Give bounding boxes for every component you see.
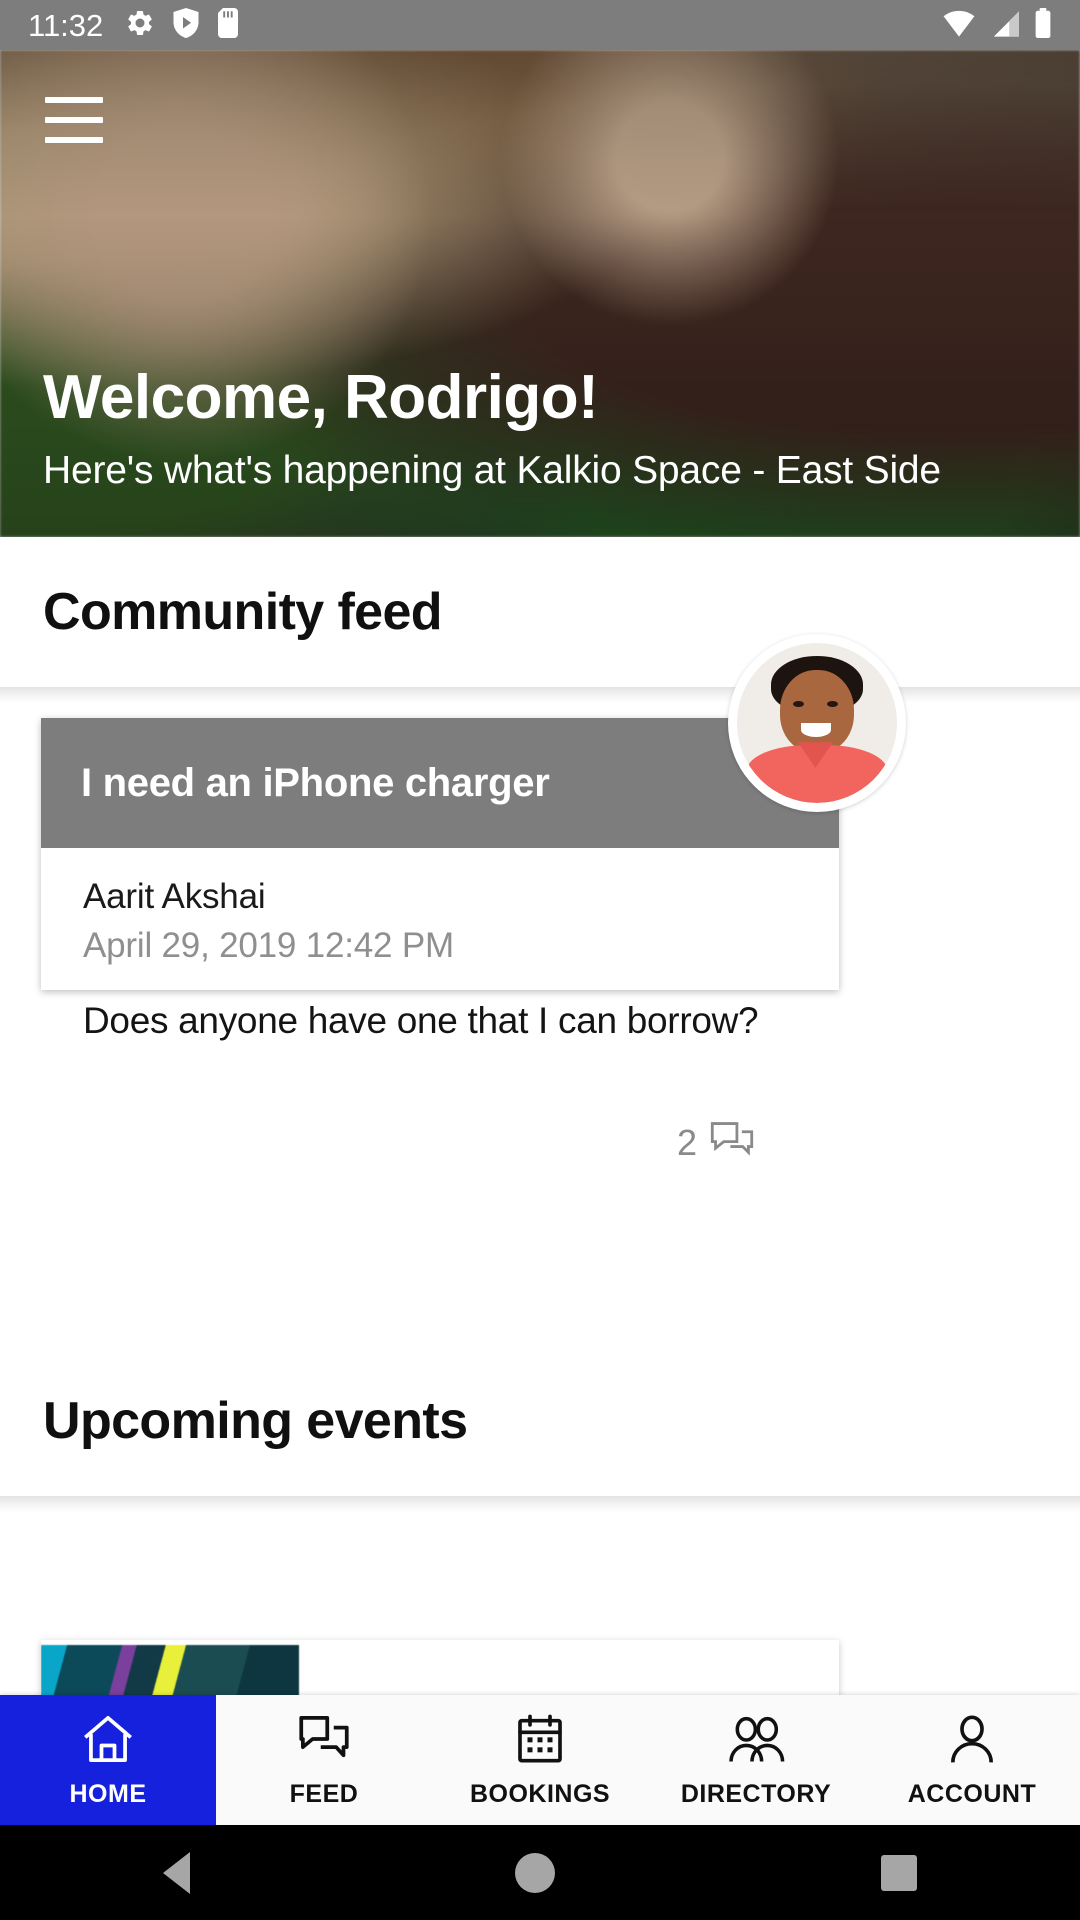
chat-bubbles-icon bbox=[295, 1711, 353, 1767]
shield-play-icon bbox=[173, 7, 199, 43]
post-author: Aarit Akshai bbox=[83, 877, 266, 916]
upcoming-events-section-header: Upcoming events bbox=[0, 1346, 1080, 1496]
sd-card-icon bbox=[217, 7, 239, 43]
bottom-navigation-bar: HOME FEED BOOKINGS DIRECTORY ACCOUNT bbox=[0, 1695, 1080, 1825]
status-bar: 11:32 bbox=[0, 0, 1080, 50]
avatar-photo bbox=[737, 643, 897, 803]
welcome-subtitle: Here's what's happening at Kalkio Space … bbox=[43, 449, 941, 493]
post-timestamp: April 29, 2019 12:42 PM bbox=[83, 925, 454, 965]
hero-banner: Welcome, Rodrigo! Here's what's happenin… bbox=[0, 50, 1080, 537]
community-feed-section-header: Community feed bbox=[0, 537, 1080, 687]
hamburger-bar-3 bbox=[45, 137, 103, 143]
nav-item-directory[interactable]: DIRECTORY bbox=[648, 1695, 864, 1825]
nav-item-bookings[interactable]: BOOKINGS bbox=[432, 1695, 648, 1825]
cell-signal-icon bbox=[989, 10, 1021, 43]
nav-item-feed[interactable]: FEED bbox=[216, 1695, 432, 1825]
comment-bubbles-icon bbox=[709, 1120, 755, 1165]
back-triangle-icon[interactable] bbox=[162, 1851, 190, 1894]
hamburger-bar-1 bbox=[45, 97, 103, 103]
gear-icon bbox=[125, 8, 155, 43]
avatar bbox=[728, 634, 906, 812]
section-divider-community bbox=[0, 687, 1080, 703]
post-title: I need an iPhone charger bbox=[81, 760, 550, 805]
status-bar-clock: 11:32 bbox=[28, 7, 104, 43]
home-circle-icon[interactable] bbox=[515, 1852, 556, 1893]
recents-square-icon[interactable] bbox=[881, 1854, 918, 1891]
android-system-navigation-bar bbox=[0, 1825, 1080, 1920]
post-comment-count-group[interactable]: 2 bbox=[0, 1120, 798, 1165]
avatar-face bbox=[780, 670, 854, 754]
nav-item-directory-label: DIRECTORY bbox=[680, 1780, 832, 1808]
avatar-eye-left bbox=[793, 700, 805, 707]
community-feed-heading: Community feed bbox=[43, 583, 443, 641]
nav-item-account-label: ACCOUNT bbox=[907, 1780, 1037, 1808]
nav-item-account[interactable]: ACCOUNT bbox=[864, 1695, 1080, 1825]
welcome-title: Welcome, Rodrigo! bbox=[43, 363, 599, 433]
nav-item-home-label: HOME bbox=[69, 1780, 147, 1808]
status-bar-left-icons bbox=[125, 7, 239, 43]
status-bar-right-icons bbox=[942, 7, 1052, 43]
post-card-body: Aarit Akshai April 29, 2019 12:42 PM bbox=[41, 848, 839, 990]
person-icon bbox=[943, 1711, 1001, 1767]
people-group-icon bbox=[727, 1711, 785, 1767]
upcoming-events-heading: Upcoming events bbox=[43, 1392, 468, 1450]
section-divider-events bbox=[0, 1496, 1080, 1512]
nav-item-bookings-label: BOOKINGS bbox=[469, 1780, 611, 1808]
battery-icon bbox=[1034, 7, 1052, 43]
nav-item-feed-label: FEED bbox=[289, 1780, 359, 1808]
post-body-text: Does anyone have one that I can borrow? bbox=[83, 1000, 759, 1041]
hamburger-menu-icon[interactable] bbox=[45, 97, 103, 143]
community-feed-post-card[interactable]: I need an iPhone charger Aarit Akshai Ap… bbox=[41, 634, 906, 990]
post-comment-count: 2 bbox=[676, 1121, 697, 1163]
calendar-icon bbox=[511, 1711, 569, 1767]
home-icon bbox=[79, 1711, 137, 1767]
post-card-header: I need an iPhone charger bbox=[41, 718, 839, 848]
avatar-eye-right bbox=[826, 700, 838, 707]
wifi-icon bbox=[942, 10, 976, 43]
nav-item-home[interactable]: HOME bbox=[0, 1695, 216, 1825]
hamburger-bar-2 bbox=[45, 117, 103, 123]
hero-text-block: Welcome, Rodrigo! Here's what's happenin… bbox=[43, 365, 1020, 497]
